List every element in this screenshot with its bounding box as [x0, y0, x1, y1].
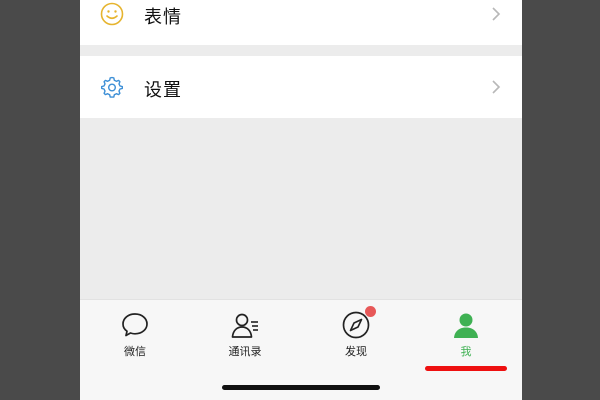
notification-badge — [365, 306, 376, 317]
tab-chats-label: 微信 — [124, 345, 146, 358]
menu-item-emoji-label: 表情 — [144, 7, 182, 28]
phone-screen: 表情 设置 微信 通讯录 发现 我 — [80, 0, 522, 400]
gear-icon — [101, 76, 123, 98]
bottom-tab-bar: 微信 通讯录 发现 我 — [80, 299, 522, 400]
home-indicator[interactable] — [222, 385, 380, 390]
tab-me[interactable]: 我 — [411, 310, 521, 360]
tab-chats[interactable]: 微信 — [80, 310, 190, 360]
menu-item-settings-label: 设置 — [144, 80, 182, 101]
annotation-underline — [425, 366, 507, 371]
chevron-right-icon — [492, 7, 501, 21]
tab-contacts-label: 通讯录 — [228, 345, 262, 358]
chevron-right-icon — [492, 80, 501, 94]
contacts-icon — [231, 313, 258, 338]
chat-bubble-icon — [122, 313, 148, 337]
smiley-icon — [100, 2, 124, 26]
tab-discover[interactable]: 发现 — [301, 306, 411, 360]
menu-item-emoji[interactable]: 表情 — [80, 0, 522, 45]
menu-item-settings[interactable]: 设置 — [80, 56, 522, 118]
tab-me-label: 我 — [460, 345, 472, 358]
tab-contacts[interactable]: 通讯录 — [190, 310, 300, 360]
tab-discover-label: 发现 — [345, 345, 367, 358]
person-icon — [454, 313, 478, 338]
